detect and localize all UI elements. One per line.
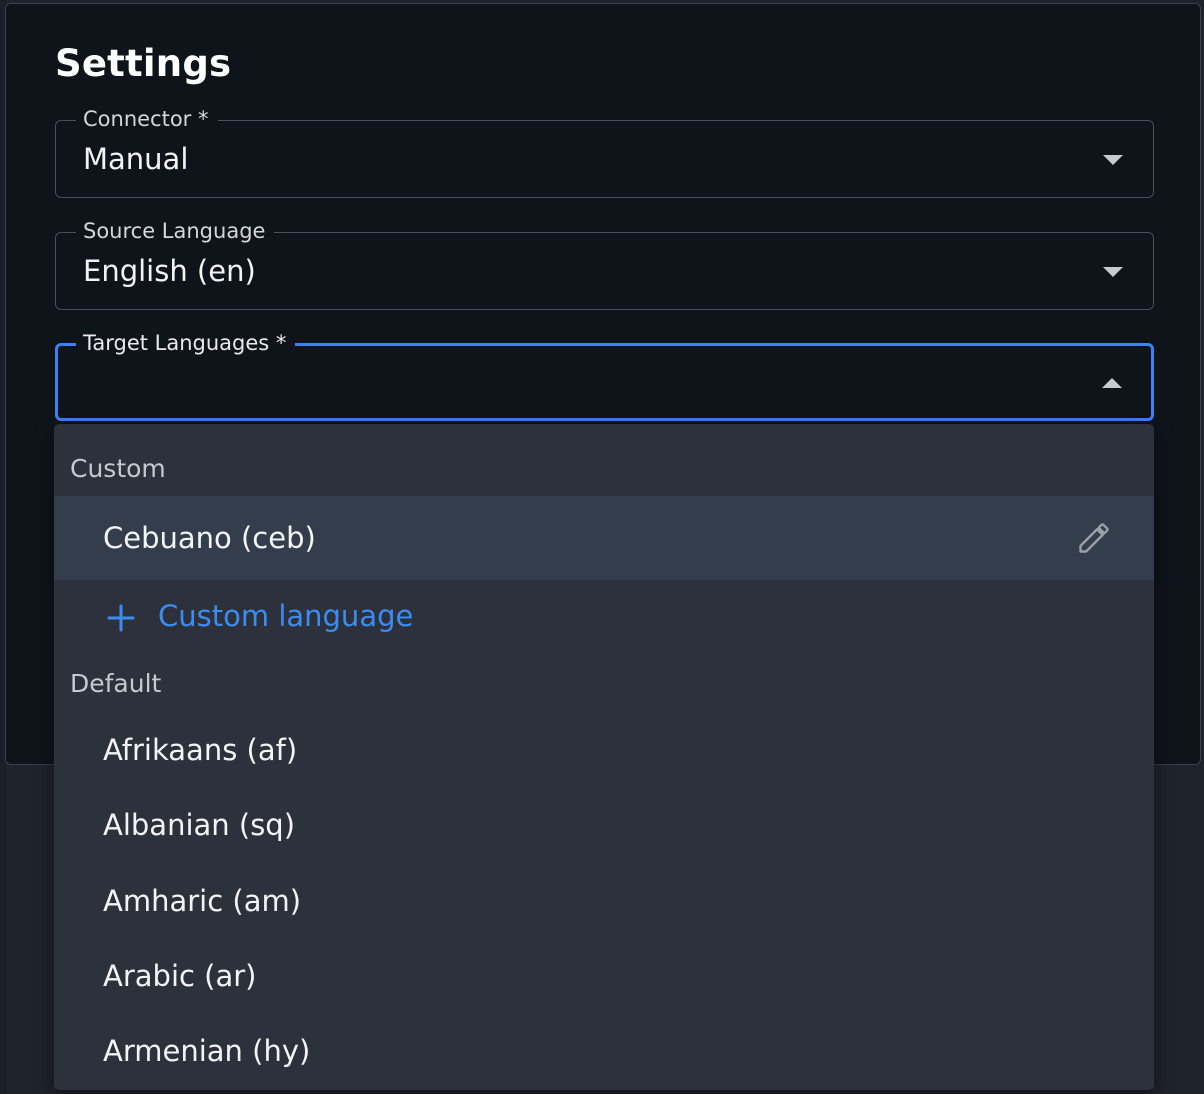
source-language-value: English (en)	[83, 254, 256, 288]
connector-label: Connector *	[76, 106, 218, 132]
target-languages-menu: Custom Cebuano (ceb) Custom language Def…	[54, 424, 1154, 1090]
source-language-select[interactable]: Source Language English (en)	[55, 218, 1154, 310]
connector-value: Manual	[83, 142, 189, 176]
pencil-icon[interactable]	[1076, 520, 1112, 556]
menu-item-label: Amharic (am)	[103, 884, 302, 918]
menu-item-cebuano[interactable]: Cebuano (ceb)	[54, 496, 1154, 580]
menu-item-armenian[interactable]: Armenian (hy)	[54, 1013, 1154, 1089]
chevron-down-icon[interactable]	[1103, 267, 1123, 277]
chevron-up-icon[interactable]	[1102, 378, 1122, 388]
menu-item-label: Afrikaans (af)	[103, 733, 298, 767]
menu-item-arabic[interactable]: Arabic (ar)	[54, 938, 1154, 1014]
menu-item-label: Arabic (ar)	[103, 959, 257, 993]
menu-item-amharic[interactable]: Amharic (am)	[54, 863, 1154, 939]
add-custom-language-button[interactable]: Custom language	[54, 582, 1154, 654]
chevron-down-icon[interactable]	[1103, 155, 1123, 165]
source-language-label: Source Language	[76, 218, 275, 244]
menu-item-albanian[interactable]: Albanian (sq)	[54, 787, 1154, 863]
menu-item-label: Cebuano (ceb)	[103, 521, 316, 555]
group-header-custom: Custom	[70, 454, 166, 483]
connector-select[interactable]: Connector * Manual	[55, 106, 1154, 198]
target-languages-label: Target Languages *	[76, 330, 296, 356]
menu-item-label: Armenian (hy)	[103, 1034, 311, 1068]
dialog-title: Settings	[55, 42, 232, 85]
group-header-default: Default	[70, 669, 162, 698]
menu-item-label: Albanian (sq)	[103, 808, 296, 842]
target-languages-select[interactable]: Target Languages *	[55, 330, 1154, 421]
menu-item-afrikaans[interactable]: Afrikaans (af)	[54, 712, 1154, 788]
add-custom-language-label: Custom language	[158, 599, 414, 633]
plus-icon	[107, 604, 135, 632]
